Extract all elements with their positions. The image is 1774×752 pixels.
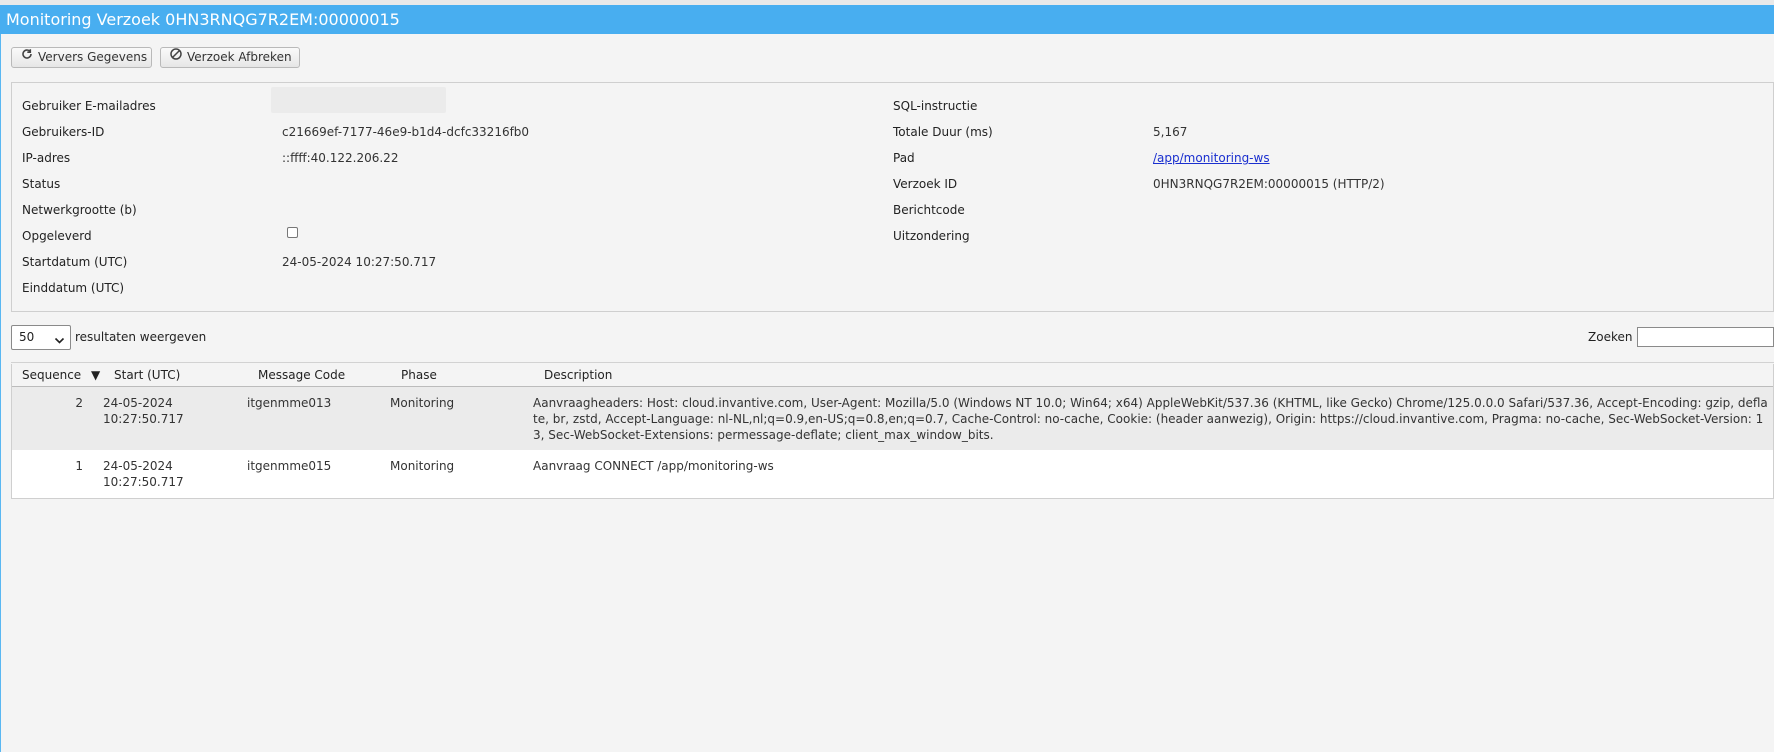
row-phase: Monitoring <box>390 396 455 410</box>
path-label: Pad <box>893 151 915 165</box>
row-message-code: itgenmme013 <box>247 396 332 410</box>
search-input[interactable] <box>1637 327 1774 347</box>
path-value: /app/monitoring-ws <box>1153 150 1270 166</box>
request-id-label: Verzoek ID <box>893 177 958 191</box>
start-date-label: Startdatum (UTC) <box>22 255 128 269</box>
row-description: Aanvraag CONNECT /app/monitoring-ws <box>533 459 774 473</box>
row-start-time: 10:27:50.717 <box>103 475 184 489</box>
refresh-button-label: Ververs Gegevens <box>38 50 148 64</box>
refresh-button[interactable]: Ververs Gegevens <box>11 47 152 68</box>
row-start-date: 24-05-2024 <box>103 396 173 410</box>
table-row[interactable]: 2 24-05-2024 10:27:50.717 itgenmme013 Mo… <box>12 387 1773 450</box>
column-header-description[interactable]: Description <box>544 364 612 386</box>
window-title: Monitoring Verzoek 0HN3RNQG7R2EM:0000001… <box>0 5 1774 34</box>
exception-label: Uitzondering <box>893 229 970 243</box>
delivered-label: Opgeleverd <box>22 229 92 243</box>
column-header-sequence[interactable]: Sequence ▼ <box>22 364 100 386</box>
row-description: Aanvraagheaders: Host: cloud.invantive.c… <box>533 396 1768 442</box>
redacted-email <box>271 87 446 113</box>
page-size-value: 50 <box>19 330 35 344</box>
sort-desc-icon: ▼ <box>91 368 101 382</box>
column-header-phase[interactable]: Phase <box>401 364 437 386</box>
sql-statement-label: SQL-instructie <box>893 99 978 113</box>
row-sequence: 1 <box>75 459 83 473</box>
ip-address-value: ::ffff:40.122.206.22 <box>282 151 399 165</box>
row-sequence: 2 <box>75 396 83 410</box>
row-phase: Monitoring <box>390 459 455 473</box>
email-label: Gebruiker E-mailadres <box>22 99 156 113</box>
user-id-value: c21669ef-7177-46e9-b1d4-dcfc33216fb0 <box>282 125 530 139</box>
request-id-value: 0HN3RNQG7R2EM:00000015 (HTTP/2) <box>1153 177 1385 191</box>
status-label: Status <box>22 177 61 191</box>
abort-request-button[interactable]: Verzoek Afbreken <box>160 47 300 68</box>
page-size-suffix: resultaten weergeven <box>75 330 207 344</box>
user-id-label: Gebruikers-ID <box>22 125 105 139</box>
table-top-border <box>11 362 1774 363</box>
row-start-date: 24-05-2024 <box>103 459 173 473</box>
table-row[interactable]: 1 24-05-2024 10:27:50.717 itgenmme015 Mo… <box>12 450 1773 498</box>
column-header-start[interactable]: Start (UTC) <box>114 364 180 386</box>
window-left-border <box>0 34 1 752</box>
messages-table: Sequence ▼ Start (UTC) Message Code Phas… <box>11 364 1774 499</box>
column-header-message-code[interactable]: Message Code <box>258 364 345 386</box>
path-link[interactable]: /app/monitoring-ws <box>1153 151 1270 165</box>
start-date-value: 24-05-2024 10:27:50.717 <box>282 255 437 269</box>
message-code-label: Berichtcode <box>893 203 965 217</box>
delivered-checkbox[interactable] <box>287 227 298 243</box>
ip-address-label: IP-adres <box>22 151 71 165</box>
total-duration-value: 5,167 <box>1153 125 1188 139</box>
ban-icon <box>170 47 182 66</box>
abort-button-label: Verzoek Afbreken <box>187 50 292 64</box>
chevron-down-icon <box>54 331 65 354</box>
end-date-label: Einddatum (UTC) <box>22 281 125 295</box>
search-label: Zoeken <box>1588 330 1633 344</box>
network-size-label: Netwerkgrootte (b) <box>22 203 137 217</box>
refresh-icon <box>21 47 33 66</box>
row-message-code: itgenmme015 <box>247 459 332 473</box>
request-details-panel: Gebruiker E-mailadres Gebruikers-ID c216… <box>11 82 1774 312</box>
page-size-select[interactable]: 50 <box>11 325 71 350</box>
total-duration-label: Totale Duur (ms) <box>893 125 993 139</box>
row-start-time: 10:27:50.717 <box>103 412 184 426</box>
